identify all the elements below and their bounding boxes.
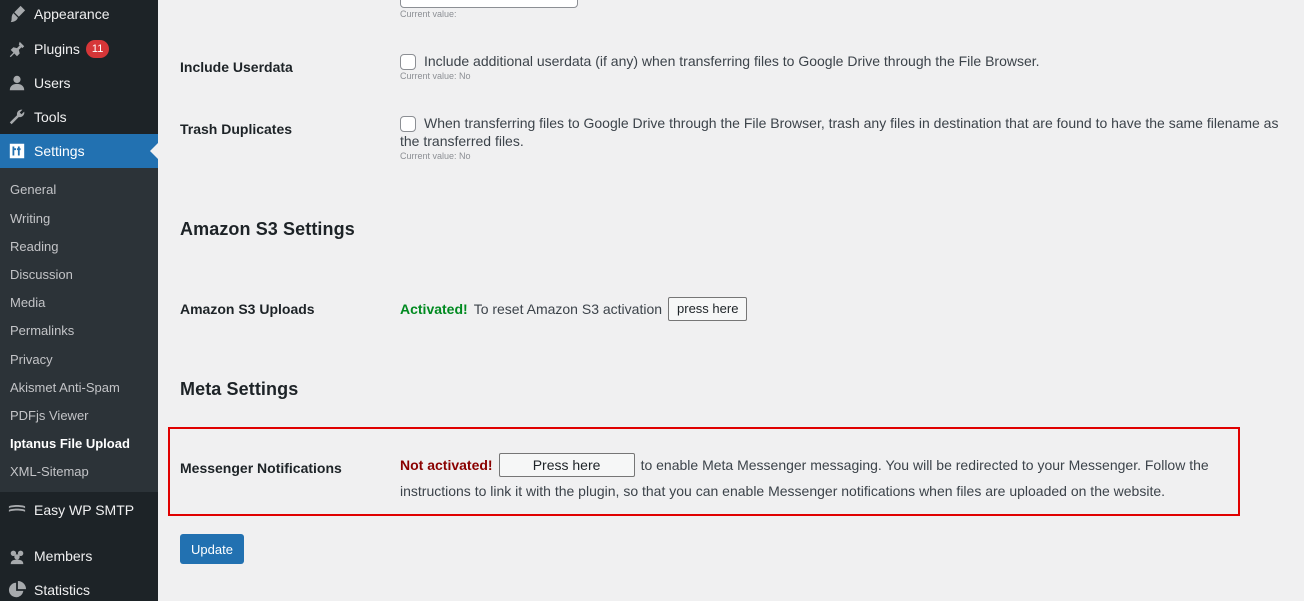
press-here-button[interactable]: press here — [668, 297, 748, 321]
menu-users[interactable]: Users — [0, 66, 158, 100]
include-userdata-label: Include Userdata — [180, 59, 293, 75]
menu-label: Appearance — [34, 6, 110, 22]
submenu-privacy[interactable]: Privacy — [10, 352, 53, 367]
trash-duplicates-label: Trash Duplicates — [180, 121, 293, 137]
plugin-icon — [0, 40, 34, 58]
include-userdata-description: Include additional userdata (if any) whe… — [424, 53, 1040, 69]
messenger-description-line2: instructions to link it with the plugin,… — [400, 483, 1166, 499]
amazon-s3-status-row: Activated! To reset Amazon S3 activation… — [400, 297, 748, 321]
messenger-press-here-button[interactable]: Press here — [498, 453, 635, 477]
menu-appearance[interactable]: Appearance — [0, 0, 158, 31]
wrench-icon — [0, 108, 34, 126]
messenger-notifications-label: Messenger Notifications — [180, 460, 342, 476]
paintbrush-icon — [0, 5, 34, 23]
menu-label: Tools — [34, 109, 67, 125]
messenger-status-row: Not activated! Press here to enable Meta… — [400, 453, 1209, 477]
menu-plugins[interactable]: Plugins 11 — [0, 32, 158, 66]
settings-submenu: General Writing Reading Discussion Media… — [0, 168, 158, 492]
trash-duplicates-description-line2: the transferred files. — [400, 133, 524, 149]
menu-label: Members — [34, 548, 93, 564]
not-activated-status: Not activated! — [400, 457, 493, 473]
trash-duplicates-checkbox[interactable] — [400, 116, 416, 132]
mail-icon — [0, 501, 34, 519]
menu-label: Statistics — [34, 582, 91, 598]
submenu-pdfjs-viewer[interactable]: PDFjs Viewer — [10, 408, 89, 423]
messenger-description-line1: to enable Meta Messenger messaging. You … — [640, 457, 1209, 473]
current-value-text: Current value: — [400, 9, 457, 19]
amazon-s3-reset-text: To reset Amazon S3 activation — [473, 301, 663, 317]
settings-content: Current value: Include Userdata Include … — [158, 0, 1304, 601]
include-userdata-checkbox[interactable] — [400, 54, 416, 70]
submenu-xml-sitemap[interactable]: XML-Sitemap — [10, 464, 89, 479]
submenu-iptanus-file-upload[interactable]: Iptanus File Upload — [10, 436, 130, 451]
menu-label: Plugins — [34, 41, 80, 57]
submenu-media[interactable]: Media — [10, 295, 45, 310]
submenu-reading[interactable]: Reading — [10, 239, 58, 254]
trash-duplicates-description-line1: When transferring files to Google Drive … — [424, 115, 1279, 131]
activated-status: Activated! — [400, 301, 468, 317]
update-button[interactable]: Update — [180, 534, 244, 564]
trash-duplicates-current-value: Current value: No — [400, 151, 471, 161]
amazon-s3-heading: Amazon S3 Settings — [180, 219, 355, 239]
pie-chart-icon — [0, 581, 34, 599]
submenu-akismet[interactable]: Akismet Anti-Spam — [10, 380, 120, 395]
user-icon — [0, 74, 34, 92]
admin-sidebar: Appearance Plugins 11 Users Tools Settin… — [0, 0, 158, 601]
settings-icon — [0, 142, 34, 160]
include-userdata-current-value: Current value: No — [400, 71, 471, 81]
submenu-permalinks[interactable]: Permalinks — [10, 323, 74, 338]
amazon-s3-uploads-label: Amazon S3 Uploads — [180, 301, 315, 317]
menu-statistics[interactable]: Statistics — [0, 573, 158, 601]
menu-easy-wp-smtp[interactable]: Easy WP SMTP — [0, 493, 158, 527]
menu-members[interactable]: Members — [0, 539, 158, 573]
menu-label: Settings — [34, 143, 85, 159]
menu-label: Easy WP SMTP — [34, 502, 135, 518]
submenu-discussion[interactable]: Discussion — [10, 267, 73, 282]
text-input-partial[interactable] — [400, 0, 578, 8]
submenu-writing[interactable]: Writing — [10, 211, 50, 226]
submenu-general[interactable]: General — [10, 182, 56, 197]
members-icon — [0, 547, 34, 565]
menu-tools[interactable]: Tools — [0, 100, 158, 134]
meta-settings-heading: Meta Settings — [180, 379, 299, 399]
menu-label: Users — [34, 75, 71, 91]
update-count-badge: 11 — [85, 40, 110, 58]
menu-settings[interactable]: Settings — [0, 134, 158, 168]
